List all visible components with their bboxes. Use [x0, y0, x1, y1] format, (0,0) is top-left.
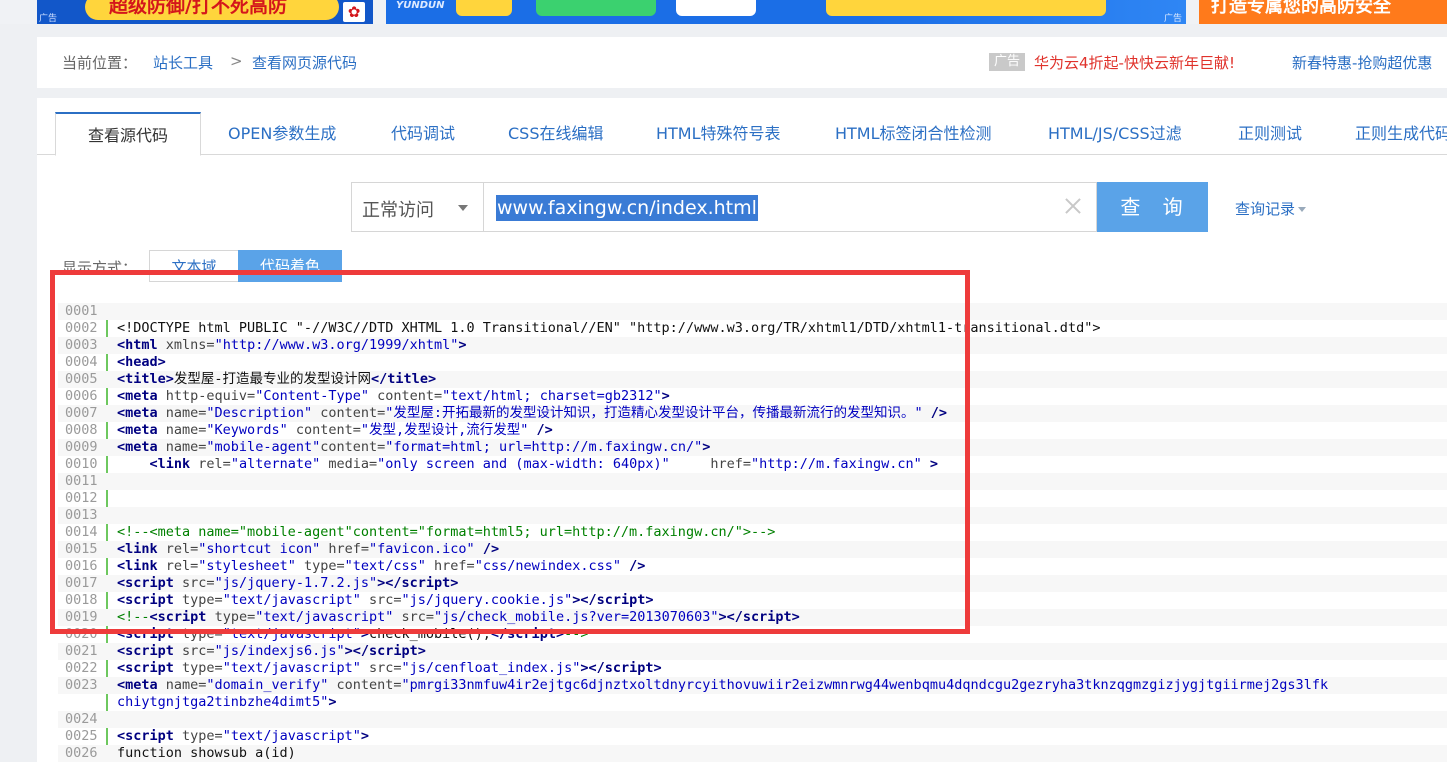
chevron-down-icon	[1298, 207, 1307, 212]
clear-icon[interactable]	[1063, 196, 1083, 216]
ad-banner-security[interactable]: 打造专属您的高防安全	[1199, 0, 1447, 24]
line-number: 0026	[65, 745, 98, 761]
ad-decoration	[676, 0, 756, 16]
tab-regex-codegen[interactable]: 正则生成代码	[1355, 112, 1447, 155]
line-source: <meta name="domain_verify" content="pmrg…	[117, 677, 1329, 693]
tab-html-symbols[interactable]: HTML特殊符号表	[656, 112, 781, 155]
code-line: 0025 <script type="text/javascript">	[58, 728, 1447, 745]
ad-text: 超级防御/打不死高防	[85, 0, 339, 20]
line-source: function showsub a(id)	[117, 745, 296, 761]
line-number: 0022	[65, 660, 98, 676]
line-number: 0021	[65, 643, 98, 659]
tab-html-js-css-filter[interactable]: HTML/JS/CSS过滤	[1048, 112, 1182, 155]
code-line: 0024	[58, 711, 1447, 728]
ad-decoration	[456, 0, 512, 16]
huawei-logo-icon: ✿	[343, 2, 365, 22]
code-line: 0021 <script src="js/indexjs6.js"></scrip…	[58, 643, 1447, 660]
line-source: <script type="text/javascript">	[117, 728, 369, 744]
promo-link-spring[interactable]: 新春特惠-抢购超优惠	[1292, 52, 1432, 73]
tab-code-debug[interactable]: 代码调试	[391, 112, 455, 155]
line-number: 0025	[65, 728, 98, 744]
url-input[interactable]: www.faxingw.cn/index.html	[483, 182, 1097, 232]
tab-html-closure-check[interactable]: HTML标签闭合性检测	[835, 112, 992, 155]
ad-banner-ddos[interactable]: 超级防御/打不死高防 广告 ✿	[37, 0, 373, 24]
promo-link-huawei[interactable]: 华为云4折起-快快云新年巨献!	[1034, 52, 1235, 73]
access-mode-value: 正常访问	[362, 200, 434, 221]
line-source: <script src="js/indexjs6.js"></script>	[117, 643, 426, 659]
ad-tag: 广告	[39, 14, 58, 24]
line-number: 0024	[65, 711, 98, 727]
query-button[interactable]: 查 询	[1097, 182, 1208, 232]
ad-badge: 广告	[989, 53, 1025, 71]
ad-brand: YUNDUN	[396, 0, 445, 11]
annotation-highlight-box	[50, 270, 970, 634]
breadcrumb-separator: >	[230, 52, 243, 70]
ad-tag: 广告	[1163, 14, 1182, 24]
access-mode-select[interactable]: 正常访问	[351, 182, 483, 232]
url-input-value: www.faxingw.cn/index.html	[496, 195, 758, 221]
ad-decoration	[826, 0, 1106, 16]
tab-regex-test[interactable]: 正则测试	[1238, 112, 1302, 155]
tab-view-source[interactable]: 查看源代码	[55, 112, 201, 156]
tab-open-params[interactable]: OPEN参数生成	[228, 112, 336, 155]
code-line: 0023 <meta name="domain_verify" content="…	[58, 677, 1447, 694]
breadcrumb-link-view-source[interactable]: 查看网页源代码	[252, 52, 357, 73]
tool-tabs: 查看源代码 OPEN参数生成 代码调试 CSS在线编辑 HTML特殊符号表 HT…	[37, 112, 1447, 156]
line-source: chiytgnjtga2tinbzhe4dimt5">	[117, 694, 337, 710]
top-ad-strip: 超级防御/打不死高防 广告 ✿ YUNDUN 广告 打造专属您的高防安全	[0, 0, 1447, 24]
chevron-down-icon	[458, 205, 468, 211]
query-history-label: 查询记录	[1235, 200, 1296, 218]
line-source: <script type="text/javascript" src="js/c…	[117, 660, 662, 676]
ad-decoration	[536, 0, 656, 16]
ad-text: 打造专属您的高防安全	[1211, 0, 1391, 17]
code-line: chiytgnjtga2tinbzhe4dimt5">	[58, 694, 1447, 711]
code-line: 0026 function showsub a(id)	[58, 745, 1447, 762]
tab-css-editor[interactable]: CSS在线编辑	[508, 112, 604, 155]
breadcrumb: 当前位置： 站长工具 > 查看网页源代码 广告 华为云4折起-快快云新年巨献! …	[37, 37, 1447, 88]
line-number: 0023	[65, 677, 98, 693]
query-history-dropdown[interactable]: 查询记录	[1235, 198, 1307, 219]
breadcrumb-label: 当前位置：	[62, 54, 138, 72]
code-line: 0022 <script type="text/javascript" src="…	[58, 660, 1447, 677]
ad-banner-yundun[interactable]: YUNDUN 广告	[386, 0, 1186, 24]
breadcrumb-link-webmaster-tools[interactable]: 站长工具	[153, 52, 213, 73]
